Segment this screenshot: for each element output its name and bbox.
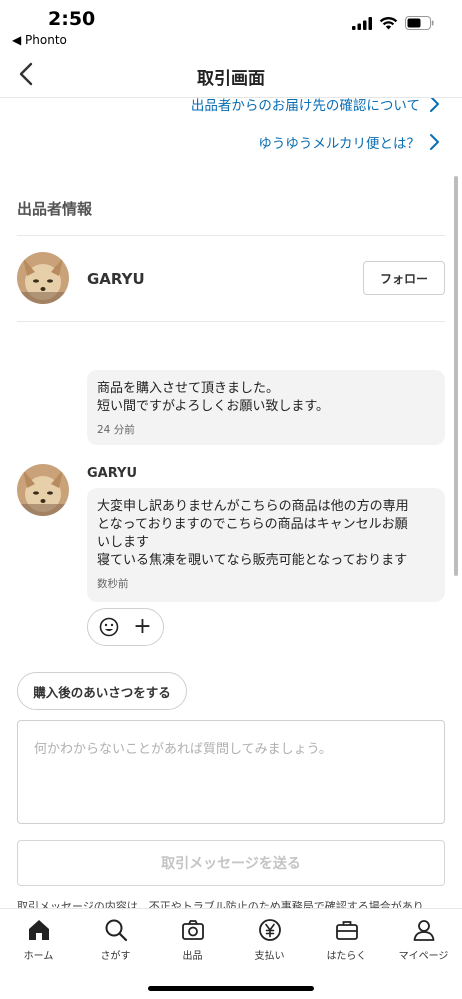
home-icon	[28, 920, 49, 940]
tab-payment[interactable]: 支払い	[231, 917, 308, 962]
tab-label: 支払い	[254, 951, 285, 962]
message-time: 24 分前	[97, 424, 135, 436]
page-title: 取引画面	[197, 69, 265, 89]
reaction-button[interactable]: +	[87, 608, 164, 646]
fox-avatar-image	[17, 252, 69, 304]
smile-icon	[99, 617, 119, 637]
person-icon	[413, 920, 434, 941]
scrollbar[interactable]	[454, 176, 458, 576]
message-time: 数秒前	[97, 578, 129, 590]
divider	[17, 235, 445, 236]
briefcase-icon	[335, 921, 358, 940]
delivery-confirm-link[interactable]: 出品者からのお届け先の確認について	[191, 98, 440, 114]
status-time: 2:50	[48, 8, 96, 30]
tab-label: マイページ	[398, 951, 449, 962]
tab-mypage[interactable]: マイページ	[385, 917, 462, 962]
chevron-right-icon	[430, 134, 439, 150]
wifi-icon	[379, 16, 398, 30]
footer-note: 取引メッセージの内容は、不正やトラブル防止のため事務局で確認する場合があり	[17, 900, 424, 908]
follow-button[interactable]: フォロー	[363, 261, 445, 295]
tab-label: さがす	[100, 951, 131, 962]
message-line: いします	[97, 535, 150, 550]
seller-name[interactable]: GARYU	[87, 270, 145, 288]
fox-avatar-image	[17, 464, 69, 516]
yuyu-mercari-link-text: ゆうゆうメルカリ便とは？	[258, 136, 420, 152]
message-line: 短い間ですがよろしくお願い致します。	[97, 399, 330, 414]
tab-work[interactable]: はたらく	[308, 917, 385, 962]
back-to-app-link[interactable]: ◀ Phonto	[12, 33, 67, 47]
tab-home[interactable]: ホーム	[0, 917, 77, 962]
add-reaction-symbol: +	[133, 614, 152, 639]
yuyu-mercari-link[interactable]: ゆうゆうメルカリ便とは？	[258, 132, 440, 152]
tab-label: 出品	[182, 951, 203, 962]
home-indicator[interactable]	[148, 986, 314, 991]
navigation-bar: 取引画面	[0, 50, 462, 98]
status-bar: 2:50 ◀ Phonto	[0, 0, 462, 50]
tab-label: ホーム	[23, 951, 54, 962]
message-line: 寝ている焦凍を覗いてなら販売可能となっております	[97, 553, 408, 568]
transaction-content[interactable]: 出品者からのお届け先の確認について ゆうゆうメルカリ便とは？ 出品者情報 GAR…	[0, 98, 462, 908]
divider	[17, 321, 445, 322]
delivery-confirm-link-text: 出品者からのお届け先の確認について	[190, 98, 420, 114]
seller-message-bubble: 大変申し訳ありませんがこちらの商品は他の方の専用 となっておりますのでこちらの商…	[87, 488, 445, 602]
seller-message-avatar[interactable]	[17, 464, 69, 516]
message-sender-name: GARYU	[87, 466, 138, 481]
status-indicators	[352, 16, 434, 30]
tab-search[interactable]: さがす	[77, 917, 154, 962]
my-message-bubble: 商品を購入させて頂きました。 短い間ですがよろしくお願い致します。 24 分前	[87, 370, 445, 445]
seller-info-heading: 出品者情報	[17, 200, 93, 218]
post-purchase-greeting-button[interactable]: 購入後のあいさつをする	[17, 672, 187, 710]
tab-sell[interactable]: 出品	[154, 917, 231, 962]
send-message-button[interactable]: 取引メッセージを送る	[17, 840, 445, 886]
message-line: 商品を購入させて頂きました。	[97, 381, 280, 396]
battery-icon	[405, 16, 434, 30]
search-icon	[105, 919, 127, 942]
chevron-right-icon	[430, 98, 439, 112]
tab-label: はたらく	[326, 951, 367, 962]
camera-icon	[181, 920, 204, 940]
message-line: 大変申し訳ありませんがこちらの商品は他の方の専用	[97, 499, 409, 514]
seller-avatar[interactable]	[17, 252, 69, 304]
yen-icon	[258, 919, 281, 941]
message-input[interactable]	[17, 720, 445, 824]
signal-icon	[352, 16, 372, 30]
message-line: となっておりますのでこちらの商品はキャンセルお願	[97, 517, 408, 532]
